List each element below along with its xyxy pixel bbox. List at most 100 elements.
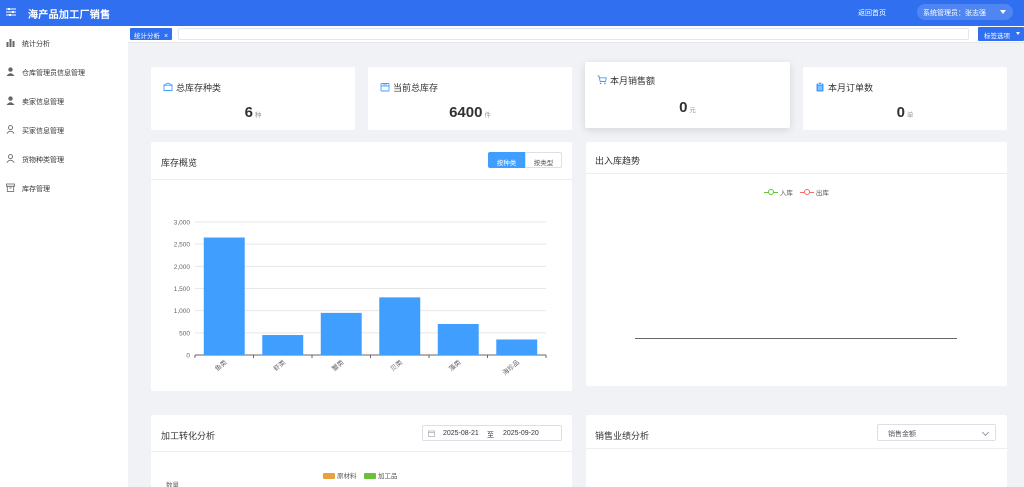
stat-unit: 件 bbox=[484, 112, 491, 119]
x-tick-label: 鱼类 bbox=[213, 357, 229, 373]
sidebar-item-label: 买家信息管理 bbox=[22, 128, 64, 135]
inventory-bar-chart: 0 500 1,000 1,500 2,000 2,500 3,000 鱼类 虾类 蟹类 贝类 藻类 海… bbox=[174, 220, 547, 377]
bar-5 bbox=[496, 339, 538, 355]
sales-metric-select[interactable]: 销售金额 bbox=[877, 424, 996, 441]
sidebar-item-label: 仓库管理员信息管理 bbox=[22, 70, 85, 77]
user-menu[interactable]: 系统管理员：张志强 bbox=[917, 4, 1013, 20]
chevron-down-icon bbox=[981, 428, 990, 437]
user-name: 系统管理员：张志强 bbox=[923, 10, 986, 17]
cart-icon bbox=[597, 75, 607, 85]
user-icon bbox=[6, 67, 15, 76]
y-tick-label: 1,000 bbox=[174, 308, 191, 315]
x-tick-label: 海珍品 bbox=[500, 358, 521, 377]
y-tick-label: 2,500 bbox=[174, 242, 191, 249]
stat-card-total-species: 总库存种类 6种 bbox=[151, 67, 355, 130]
sidebar-item-label: 卖家信息管理 bbox=[22, 99, 64, 106]
trend-panel-title: 出入库趋势 bbox=[595, 156, 641, 166]
sidebar-item-warehouse-admin[interactable]: 仓库管理员信息管理 bbox=[0, 62, 128, 82]
tags-scroll-area bbox=[178, 28, 969, 40]
date-end[interactable]: 2025-09-20 bbox=[503, 430, 539, 437]
sidebar-item-inventory[interactable]: 库存管理 bbox=[0, 178, 128, 198]
package-icon bbox=[163, 82, 173, 91]
top-bar: 海产品加工厂销售 返回首页 系统管理员：张志强 bbox=[0, 0, 1024, 26]
box-icon bbox=[380, 83, 390, 92]
y-tick-label: 2,000 bbox=[174, 264, 191, 271]
chevron-down-icon bbox=[1000, 10, 1006, 14]
panel-divider bbox=[151, 451, 572, 452]
sidebar-item-label: 统计分析 bbox=[22, 41, 50, 48]
trend-x-axis bbox=[635, 338, 957, 339]
legend-label: 原材料 bbox=[337, 473, 357, 480]
stat-value: 6400 bbox=[449, 104, 483, 121]
legend-label: 加工品 bbox=[378, 473, 398, 480]
panel-divider bbox=[586, 173, 1007, 174]
inventory-panel-title: 库存概览 bbox=[161, 158, 198, 168]
stat-card-monthly-sales: 本月销售额 0元 bbox=[585, 62, 790, 128]
user-outline-icon bbox=[6, 154, 15, 163]
sidebar-item-seller[interactable]: 卖家信息管理 bbox=[0, 91, 128, 111]
date-range-picker[interactable]: 2025-08-21 至 2025-09-20 bbox=[422, 425, 562, 441]
tag-options-label: 标签选项 bbox=[984, 33, 1010, 40]
y-tick-label: 500 bbox=[179, 330, 190, 337]
stat-value: 6 bbox=[244, 104, 253, 121]
legend-stock-out[interactable]: 出库 bbox=[800, 187, 829, 197]
sidebar-item-goods-type[interactable]: 货物种类管理 bbox=[0, 149, 128, 169]
legend-raw-material[interactable]: 原材料 bbox=[323, 470, 357, 480]
by-species-button[interactable]: 按种类 bbox=[488, 152, 525, 168]
y-tick-label: 3,000 bbox=[174, 220, 191, 227]
chevron-down-icon bbox=[1016, 32, 1020, 35]
stat-unit: 单 bbox=[906, 112, 914, 119]
x-tick-label: 蟹类 bbox=[330, 357, 346, 373]
bar-4 bbox=[437, 323, 479, 355]
stat-card-monthly-orders: 本月订单数 0单 bbox=[803, 67, 1007, 130]
stat-title: 当前总库存 bbox=[393, 83, 439, 93]
sidebar-item-buyer[interactable]: 买家信息管理 bbox=[0, 120, 128, 140]
box-icon bbox=[6, 183, 15, 192]
bar-1 bbox=[262, 335, 304, 355]
user-outline-icon bbox=[6, 125, 15, 134]
tag-statistics[interactable]: 统计分析 × bbox=[130, 28, 173, 40]
bar-chart-icon bbox=[6, 39, 15, 47]
x-tick-label: 虾类 bbox=[271, 357, 287, 373]
sidebar: 统计分析 仓库管理员信息管理 卖家信息管理 买家信息管理 货物种类管理 库存管理 bbox=[0, 26, 128, 487]
bar-0 bbox=[203, 237, 245, 355]
menu-toggle-icon[interactable] bbox=[6, 7, 16, 17]
sidebar-item-label: 货物种类管理 bbox=[22, 157, 64, 164]
stat-value: 0 bbox=[896, 104, 905, 121]
back-home-link[interactable]: 返回首页 bbox=[858, 8, 886, 18]
user-icon bbox=[6, 96, 15, 105]
select-value: 销售金额 bbox=[888, 431, 916, 438]
y-tick-label: 0 bbox=[186, 353, 190, 360]
stat-unit: 种 bbox=[254, 112, 262, 119]
stat-card-total-stock: 当前总库存 6400 件 bbox=[368, 67, 572, 130]
processing-y-axis-label: 数量 bbox=[166, 482, 179, 487]
sidebar-item-statistics[interactable]: 统计分析 bbox=[0, 33, 128, 53]
stat-value: 0 bbox=[679, 99, 688, 116]
tag-label: 统计分析 bbox=[134, 33, 160, 40]
by-type-button[interactable]: 按类型 bbox=[525, 152, 562, 168]
app-title: 海产品加工厂销售 bbox=[28, 10, 111, 21]
calendar-icon bbox=[428, 430, 435, 437]
close-icon[interactable]: × bbox=[164, 33, 168, 40]
bar-3 bbox=[379, 297, 421, 355]
date-start[interactable]: 2025-08-21 bbox=[443, 430, 479, 437]
processing-panel-title: 加工转化分析 bbox=[161, 431, 216, 441]
x-tick-label: 藻类 bbox=[447, 357, 463, 373]
legend-label: 出库 bbox=[815, 190, 829, 197]
tags-bar: 统计分析 × 标签选项 bbox=[128, 26, 1024, 43]
stat-title: 总库存种类 bbox=[176, 83, 222, 93]
legend-processed[interactable]: 加工品 bbox=[364, 470, 398, 480]
stat-title: 本月订单数 bbox=[828, 83, 874, 93]
bar-2 bbox=[320, 312, 362, 355]
stat-unit: 元 bbox=[689, 107, 696, 114]
legend-stock-in[interactable]: 入库 bbox=[764, 187, 793, 197]
date-separator: 至 bbox=[487, 432, 494, 439]
panel-divider bbox=[586, 448, 1007, 449]
x-tick-label: 贝类 bbox=[388, 357, 404, 373]
sidebar-item-label: 库存管理 bbox=[22, 186, 50, 193]
stat-title: 本月销售额 bbox=[610, 76, 656, 86]
sales-panel-title: 销售业绩分析 bbox=[595, 431, 650, 441]
clipboard-icon bbox=[816, 82, 824, 92]
stock-trend-panel bbox=[586, 142, 1007, 386]
tag-options-button[interactable]: 标签选项 bbox=[978, 27, 1024, 41]
